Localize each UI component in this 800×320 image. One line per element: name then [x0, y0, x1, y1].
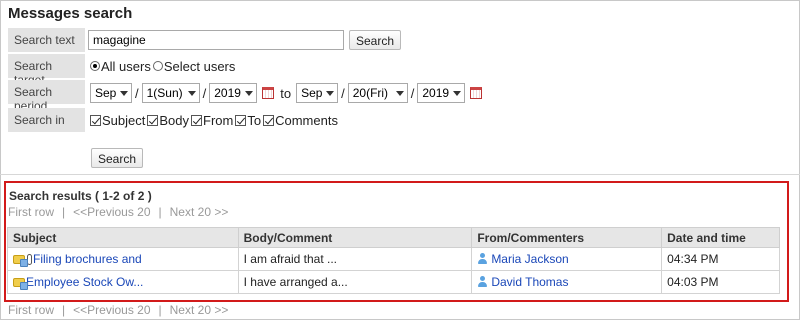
- chevron-down-icon: [453, 90, 462, 96]
- radio-select-users-label[interactable]: Select users: [164, 59, 236, 74]
- search-text-row: Search text Search: [8, 28, 790, 52]
- message-icon: [13, 278, 28, 290]
- to-month-value: Sep: [301, 86, 323, 100]
- pager-previous[interactable]: <<Previous 20: [73, 303, 150, 317]
- checkbox-from[interactable]: [191, 114, 203, 126]
- radio-select-users[interactable]: [152, 61, 163, 71]
- to-day-select[interactable]: 20(Fri): [347, 83, 408, 103]
- pager-separator: |: [158, 205, 162, 219]
- results-pager-bottom: First row | <<Previous 20 | Next 20 >>: [8, 303, 228, 317]
- date-separator: /: [135, 85, 139, 101]
- cell-date: 04:03 PM: [661, 270, 780, 294]
- user-link[interactable]: David Thomas: [491, 275, 568, 289]
- message-icon: [13, 255, 28, 267]
- chevron-down-icon: [326, 90, 335, 96]
- user-icon: [477, 276, 488, 288]
- user-link[interactable]: Maria Jackson: [491, 252, 568, 266]
- search-text-label: Search text: [8, 28, 85, 52]
- cell-from: David Thomas: [471, 270, 663, 294]
- from-day-select[interactable]: 1(Sun): [141, 83, 200, 103]
- calendar-icon[interactable]: [262, 87, 275, 99]
- date-separator: /: [202, 85, 207, 101]
- table-header-row: Subject Body/Comment From/Commenters Dat…: [7, 227, 780, 248]
- results-pager-top: First row | <<Previous 20 | Next 20 >>: [8, 205, 228, 219]
- checkbox-subject-label[interactable]: Subject: [102, 113, 145, 128]
- date-separator: /: [410, 85, 415, 101]
- search-target-label: Search target: [8, 54, 85, 87]
- chevron-down-icon: [120, 90, 129, 96]
- from-year-select[interactable]: 2019: [209, 83, 258, 103]
- results-table: Subject Body/Comment From/Commenters Dat…: [7, 227, 780, 294]
- user-icon: [477, 253, 488, 265]
- from-day-value: 1(Sun): [146, 86, 183, 100]
- pager-previous[interactable]: <<Previous 20: [73, 205, 150, 219]
- from-year-value: 2019: [214, 86, 241, 100]
- to-month-select[interactable]: Sep: [296, 83, 339, 103]
- cell-body: I have arranged a...: [237, 270, 473, 294]
- page-title: Messages search: [8, 5, 133, 22]
- column-header-from[interactable]: From/Commenters: [471, 227, 663, 248]
- search-target-row: Search target All users Select users: [8, 54, 790, 87]
- pager-first-row[interactable]: First row: [8, 303, 54, 317]
- radio-all-users[interactable]: [90, 61, 100, 71]
- results-title: Search results ( 1-2 of 2 ): [9, 189, 152, 203]
- checkbox-to-label[interactable]: To: [247, 113, 261, 128]
- pager-separator: |: [62, 303, 66, 317]
- checkbox-subject[interactable]: [90, 114, 101, 126]
- radio-all-users-label[interactable]: All users: [101, 59, 151, 74]
- pager-next[interactable]: Next 20 >>: [170, 303, 229, 317]
- subject-link[interactable]: Employee Stock Ow...: [26, 275, 143, 289]
- table-row: Filing brochures and I am afraid that ..…: [7, 247, 780, 271]
- cell-from: Maria Jackson: [471, 247, 663, 271]
- date-separator: /: [341, 85, 345, 101]
- section-divider: [0, 174, 800, 175]
- checkbox-body-label[interactable]: Body: [159, 113, 189, 128]
- search-text-button[interactable]: Search: [349, 30, 402, 50]
- to-day-value: 20(Fri): [352, 86, 389, 100]
- pager-separator: |: [158, 303, 162, 317]
- checkbox-comments-label[interactable]: Comments: [275, 113, 338, 128]
- column-header-subject[interactable]: Subject: [7, 227, 239, 248]
- cell-subject: Filing brochures and: [7, 247, 239, 271]
- chevron-down-icon: [395, 90, 404, 96]
- chevron-down-icon: [187, 90, 196, 96]
- search-in-row: Search in Subject Body From To Comments: [8, 108, 790, 132]
- cell-body: I am afraid that ...: [237, 247, 473, 271]
- search-period-value: Sep / 1(Sun) / 2019 to Sep / 20(Fri) / 2…: [90, 81, 488, 105]
- column-header-date[interactable]: Date and time: [661, 227, 780, 248]
- search-submit-button[interactable]: Search: [91, 148, 144, 168]
- pager-next[interactable]: Next 20 >>: [170, 205, 229, 219]
- chevron-down-icon: [245, 90, 254, 96]
- table-row: Employee Stock Ow... I have arranged a..…: [7, 270, 780, 294]
- search-period-row: Search period Sep / 1(Sun) / 2019 to Sep…: [8, 80, 790, 113]
- cell-date: 04:34 PM: [661, 247, 780, 271]
- search-in-value: Subject Body From To Comments: [90, 108, 340, 132]
- submit-gutter: [8, 134, 85, 168]
- search-target-value: All users Select users: [90, 54, 237, 78]
- cell-subject: Employee Stock Ow...: [7, 270, 239, 294]
- to-year-value: 2019: [422, 86, 450, 100]
- calendar-icon[interactable]: [470, 87, 483, 99]
- column-header-body[interactable]: Body/Comment: [237, 227, 473, 248]
- search-text-input[interactable]: [88, 30, 344, 50]
- search-in-label: Search in: [8, 108, 85, 132]
- period-to-label: to: [280, 85, 292, 101]
- search-period-label: Search period: [8, 80, 85, 113]
- pager-separator: |: [62, 205, 66, 219]
- from-month-select[interactable]: Sep: [90, 83, 132, 103]
- subject-link[interactable]: Filing brochures and: [33, 252, 142, 266]
- pager-first-row[interactable]: First row: [8, 205, 54, 219]
- from-month-value: Sep: [95, 86, 117, 100]
- search-text-value: Search: [88, 28, 402, 52]
- checkbox-from-label[interactable]: From: [203, 113, 233, 128]
- checkbox-comments[interactable]: [263, 114, 275, 126]
- checkbox-body[interactable]: [147, 114, 159, 126]
- checkbox-to[interactable]: [235, 114, 247, 126]
- to-year-select[interactable]: 2019: [417, 83, 466, 103]
